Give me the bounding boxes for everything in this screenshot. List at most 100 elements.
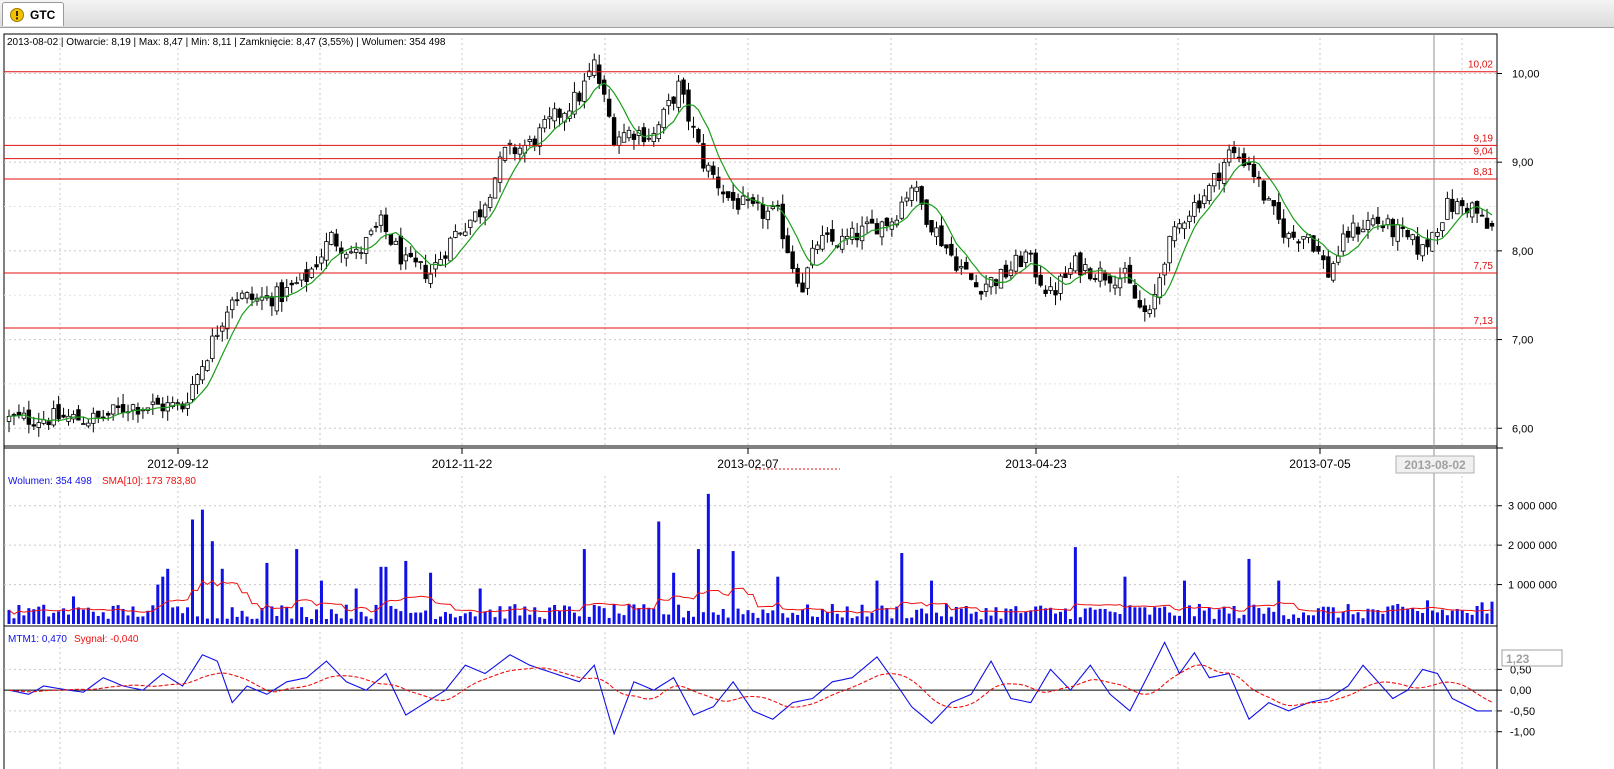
volume-bar [711, 612, 715, 624]
warning-icon [10, 7, 24, 22]
candle [1202, 195, 1207, 204]
candle [795, 267, 800, 284]
candle [388, 233, 394, 245]
volume-bar [379, 566, 383, 624]
candle [324, 241, 329, 261]
candle [1028, 252, 1033, 255]
tab-gtc[interactable]: GTC [2, 2, 64, 26]
volume-bar [324, 619, 328, 624]
stock-chart[interactable]: 6,00 7,00 8,00 9,00 10,00 2013-08-02 | Otwarc… [0, 28, 1614, 769]
volume-bar [1450, 610, 1454, 624]
candle [830, 229, 835, 242]
volume-bar [240, 610, 244, 624]
candle [978, 291, 984, 295]
volume-bar [161, 576, 165, 624]
candle [1405, 230, 1410, 238]
volume-bar [126, 615, 130, 624]
volume-bar [518, 615, 522, 624]
candle [234, 299, 240, 302]
volume-bar [835, 613, 839, 624]
candle [1479, 214, 1485, 217]
candle [61, 414, 66, 418]
candle [130, 404, 136, 411]
candle [349, 251, 354, 254]
volume-bar [1068, 619, 1072, 624]
volume-bar [840, 617, 844, 624]
candle [1013, 254, 1019, 272]
candle [601, 79, 607, 95]
price-tick-label: 7,00 [1512, 335, 1533, 347]
candle [482, 204, 488, 218]
volume-bar [1361, 618, 1365, 624]
candle [1345, 230, 1351, 238]
volume-bar [969, 613, 973, 624]
candle [1489, 222, 1495, 227]
mtm-legend: MTM1: 0,470 [8, 634, 67, 645]
candle [1212, 173, 1217, 187]
volume-bar [414, 612, 418, 624]
candle [1127, 264, 1133, 284]
candle [299, 272, 304, 281]
candle [1073, 255, 1078, 272]
volume-bar [17, 605, 21, 624]
volume-bar [801, 609, 805, 624]
candle [1117, 277, 1123, 289]
volume-bar [1093, 609, 1097, 624]
candle [1132, 285, 1138, 299]
volume-bar [305, 617, 309, 624]
candle [1261, 180, 1267, 201]
candle [1187, 215, 1192, 223]
volume-bar [1163, 606, 1167, 624]
volume-bar [1178, 615, 1182, 624]
volume-bar [136, 616, 140, 624]
candle [81, 423, 86, 425]
volume-bar [1133, 607, 1137, 624]
volume-bar [1182, 580, 1186, 624]
volume-bar [473, 616, 477, 624]
volume-bar [726, 617, 730, 624]
volume-bar [101, 612, 105, 624]
candle [378, 214, 384, 226]
volume-bar [716, 614, 720, 624]
candle [1460, 200, 1465, 207]
candle [1271, 200, 1276, 207]
volume-bar [607, 617, 611, 624]
volume-bar [528, 614, 532, 624]
volume-bar [796, 614, 800, 624]
candle [448, 237, 453, 262]
volume-bar [215, 618, 219, 624]
volume-bar [1242, 614, 1246, 624]
volume-bar [687, 610, 691, 624]
volume-bar [176, 606, 180, 624]
cursor-date-label: 2013-08-02 [1404, 458, 1466, 472]
candle [740, 195, 746, 205]
volume-bar [1445, 615, 1449, 624]
volume-bar [116, 605, 120, 624]
volume-bar [925, 613, 929, 624]
candles-group [6, 53, 1495, 437]
volume-bar [364, 616, 368, 624]
candle [150, 401, 156, 405]
candle [31, 424, 36, 427]
volume-bar [776, 576, 780, 624]
candle [1415, 236, 1420, 255]
volume-bar [1386, 606, 1390, 624]
candle [1455, 201, 1460, 215]
volume-bar [1063, 608, 1067, 624]
candle [1023, 251, 1028, 263]
candle [1251, 164, 1257, 178]
candle [195, 374, 200, 386]
volume-bar [1192, 616, 1196, 624]
volume-bar [1292, 614, 1296, 624]
volume-bar [1113, 612, 1117, 624]
candle [1440, 222, 1445, 232]
volume-bar [1302, 612, 1306, 624]
candle [319, 256, 324, 264]
candle [403, 254, 408, 262]
candle [487, 196, 493, 208]
volume-bar [558, 610, 562, 624]
candle [1102, 272, 1108, 281]
volume-bar [657, 521, 661, 624]
candle [904, 197, 909, 202]
volume-bar [1396, 603, 1400, 624]
